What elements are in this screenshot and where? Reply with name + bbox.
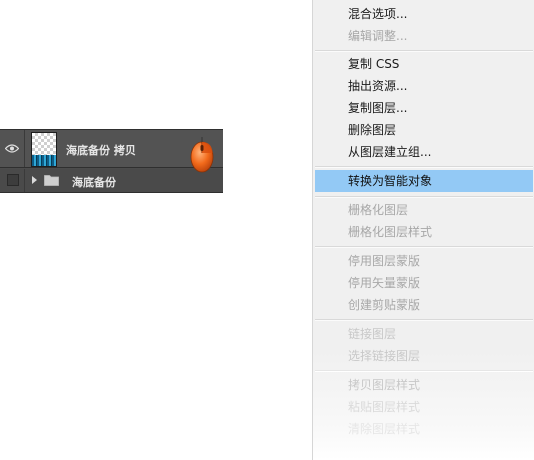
layer-name[interactable]: 海底备份 拷贝 xyxy=(66,142,136,158)
menu-separator xyxy=(315,166,533,168)
menu-item-copy-layer-style[interactable]: 拷贝图层样式 xyxy=(315,374,533,396)
mouse-right-click-icon xyxy=(190,137,214,173)
menu-separator xyxy=(315,246,533,248)
menu-item-group-from-layers[interactable]: 从图层建立组... xyxy=(315,141,533,163)
menu-item-paste-layer-style[interactable]: 粘贴图层样式 xyxy=(315,396,533,418)
menu-item-disable-vector-mask[interactable]: 停用矢量蒙版 xyxy=(315,272,533,294)
menu-item-create-clipping-mask[interactable]: 创建剪贴蒙版 xyxy=(315,294,533,316)
folder-icon xyxy=(44,175,59,186)
menu-item-disable-layer-mask[interactable]: 停用图层蒙版 xyxy=(315,250,533,272)
menu-item-rasterize-layer-style[interactable]: 栅格化图层样式 xyxy=(315,221,533,243)
menu-separator xyxy=(315,50,533,52)
visibility-toggle[interactable] xyxy=(0,130,25,167)
menu-item-extract-assets[interactable]: 抽出资源... xyxy=(315,75,533,97)
menu-separator xyxy=(315,196,533,198)
menu-item-convert-to-smart-object[interactable]: 转换为智能对象 xyxy=(315,170,533,192)
menu-item-blending-options[interactable]: 混合选项... xyxy=(315,3,533,25)
menu-item-link-layers[interactable]: 链接图层 xyxy=(315,323,533,345)
visibility-toggle[interactable] xyxy=(0,169,25,192)
layer-thumbnail[interactable] xyxy=(31,132,57,167)
menu-item-copy-css[interactable]: 复制 CSS xyxy=(315,53,533,75)
menu-item-rasterize-layer[interactable]: 栅格化图层 xyxy=(315,199,533,221)
menu-item-edit-adjustment[interactable]: 编辑调整... xyxy=(315,25,533,47)
eye-icon[interactable] xyxy=(5,144,19,153)
disclosure-triangle-icon[interactable] xyxy=(32,176,37,184)
menu-item-duplicate-layer[interactable]: 复制图层... xyxy=(315,97,533,119)
menu-item-clear-layer-style[interactable]: 清除图层样式 xyxy=(315,418,533,440)
menu-item-delete-layer[interactable]: 删除图层 xyxy=(315,119,533,141)
menu-separator xyxy=(315,370,533,372)
thumbnail-content xyxy=(32,155,56,166)
menu-separator xyxy=(315,319,533,321)
visibility-off-box[interactable] xyxy=(7,174,19,186)
context-menu: 混合选项... 编辑调整... 复制 CSS 抽出资源... 复制图层... 删… xyxy=(312,0,534,460)
menu-item-select-linked-layers[interactable]: 选择链接图层 xyxy=(315,345,533,367)
group-name[interactable]: 海底备份 xyxy=(72,174,116,190)
